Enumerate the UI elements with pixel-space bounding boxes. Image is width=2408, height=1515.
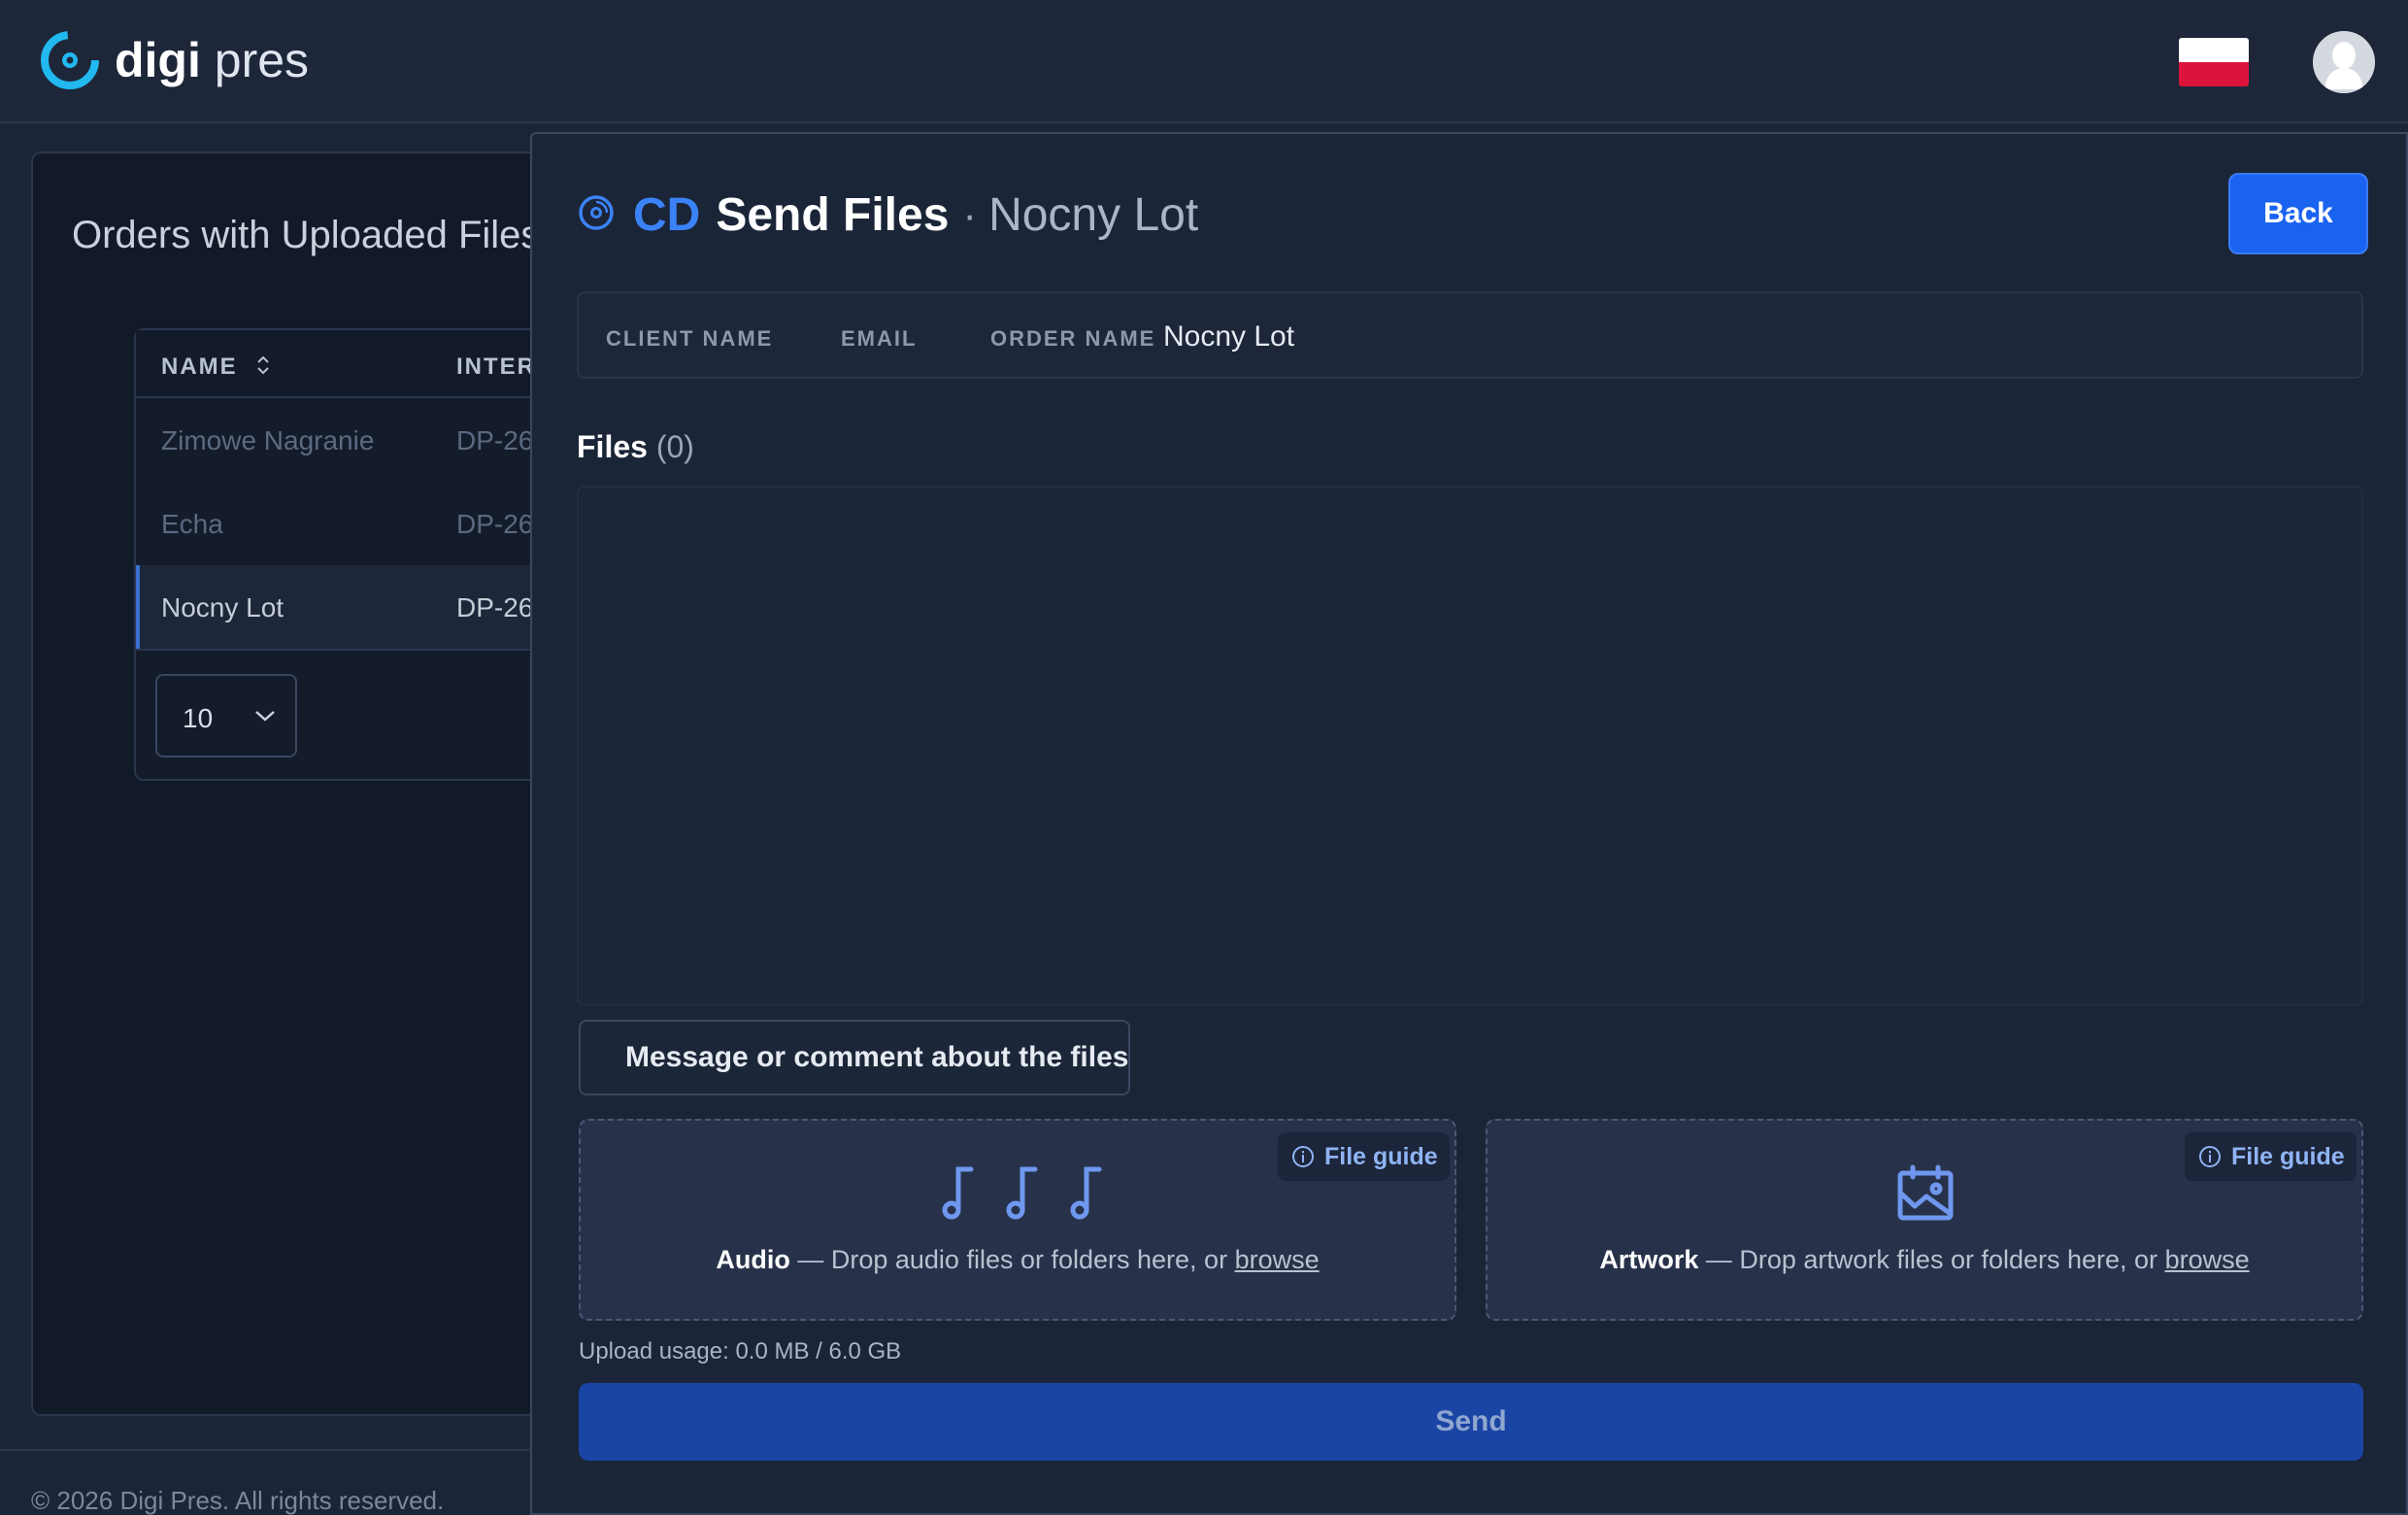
page-size-value: 10: [183, 703, 214, 733]
audio-instructions: — Drop audio files or folders here, or: [789, 1245, 1235, 1274]
user-avatar[interactable]: [2313, 31, 2375, 93]
client-name-label: CLIENT NAME: [606, 326, 774, 351]
artwork-browse-link[interactable]: browse: [2165, 1245, 2250, 1274]
sort-icon[interactable]: [254, 352, 272, 379]
artwork-image-icon: [1897, 1164, 1954, 1221]
chevron-down-icon: [255, 711, 275, 722]
format-label: CD: [633, 189, 701, 241]
poland-flag-icon[interactable]: [2179, 38, 2249, 86]
back-button[interactable]: Back: [2228, 173, 2368, 254]
audio-drop-zone[interactable]: File guide Audio — Drop audio files or f…: [579, 1119, 1456, 1321]
message-comment-button[interactable]: Message or comment about the files: [579, 1020, 1130, 1095]
order-title: Nocny Lot: [988, 189, 1199, 241]
logo-text-light: pres: [200, 33, 310, 87]
artwork-label: Artwork: [1599, 1245, 1699, 1274]
music-notes-icon: [942, 1166, 1102, 1220]
order-internal-cell: DP-26: [456, 425, 534, 455]
order-info-bar: CLIENT NAME EMAIL ORDER NAME Nocny Lot: [577, 291, 2363, 379]
files-label: Files: [577, 429, 648, 464]
file-guide-label: File guide: [1324, 1142, 1438, 1170]
audio-label: Audio: [716, 1245, 790, 1274]
message-comment-label: Message or comment about the files: [625, 1041, 1129, 1073]
artwork-file-guide-button[interactable]: File guide: [2185, 1132, 2357, 1181]
cd-disc-icon: [579, 194, 614, 230]
order-name-cell: Zimowe Nagranie: [161, 425, 375, 455]
title-separator: ·: [962, 190, 978, 239]
send-button[interactable]: Send: [579, 1383, 2363, 1461]
order-internal-cell: DP-26: [456, 592, 534, 623]
footer-divider: [0, 1449, 544, 1451]
files-heading: Files (0): [577, 429, 694, 465]
artwork-drop-zone[interactable]: File guide Artwork — Drop artwork files …: [1486, 1119, 2363, 1321]
info-icon: [2199, 1146, 2221, 1167]
column-header-internal[interactable]: INTER: [456, 354, 536, 381]
artwork-drop-text: Artwork — Drop artwork files or folders …: [1488, 1245, 2361, 1275]
send-files-modal: CD Send Files · Nocny Lot Back CLIENT NA…: [530, 132, 2408, 1515]
modal-title-text: Send Files: [716, 189, 950, 241]
order-internal-cell: DP-26: [456, 509, 534, 539]
logo[interactable]: digi pres: [41, 31, 309, 89]
upload-usage: Upload usage: 0.0 MB / 6.0 GB: [579, 1338, 902, 1364]
modal-title: CD Send Files · Nocny Lot: [577, 188, 1198, 242]
footer-copyright: © 2026 Digi Pres. All rights reserved.: [31, 1486, 445, 1515]
order-name-cell: Echa: [161, 509, 223, 539]
artwork-instructions: — Drop artwork files or folders here, or: [1698, 1245, 2165, 1274]
audio-drop-text: Audio — Drop audio files or folders here…: [581, 1245, 1455, 1275]
order-name-label: ORDER NAME: [990, 326, 1156, 351]
file-guide-label: File guide: [2231, 1142, 2345, 1170]
user-silhouette-icon: [2313, 31, 2375, 93]
page-size-select[interactable]: 10: [155, 674, 297, 758]
page-title: Orders with Uploaded Files: [72, 214, 541, 256]
logo-text: digi pres: [115, 32, 309, 88]
info-icon: [1292, 1146, 1314, 1167]
files-list: [577, 486, 2363, 1006]
order-name-cell: Nocny Lot: [161, 592, 284, 623]
email-label: EMAIL: [841, 326, 918, 351]
files-count: (0): [655, 429, 694, 464]
top-bar: digi pres: [0, 0, 2408, 123]
column-header-name[interactable]: NAME: [161, 354, 238, 381]
audio-file-guide-button[interactable]: File guide: [1278, 1132, 1450, 1181]
digipres-logo-icon: [41, 31, 99, 89]
audio-browse-link[interactable]: browse: [1235, 1245, 1320, 1274]
order-name-value: Nocny Lot: [1163, 320, 1295, 353]
logo-text-bold: digi: [115, 33, 201, 87]
